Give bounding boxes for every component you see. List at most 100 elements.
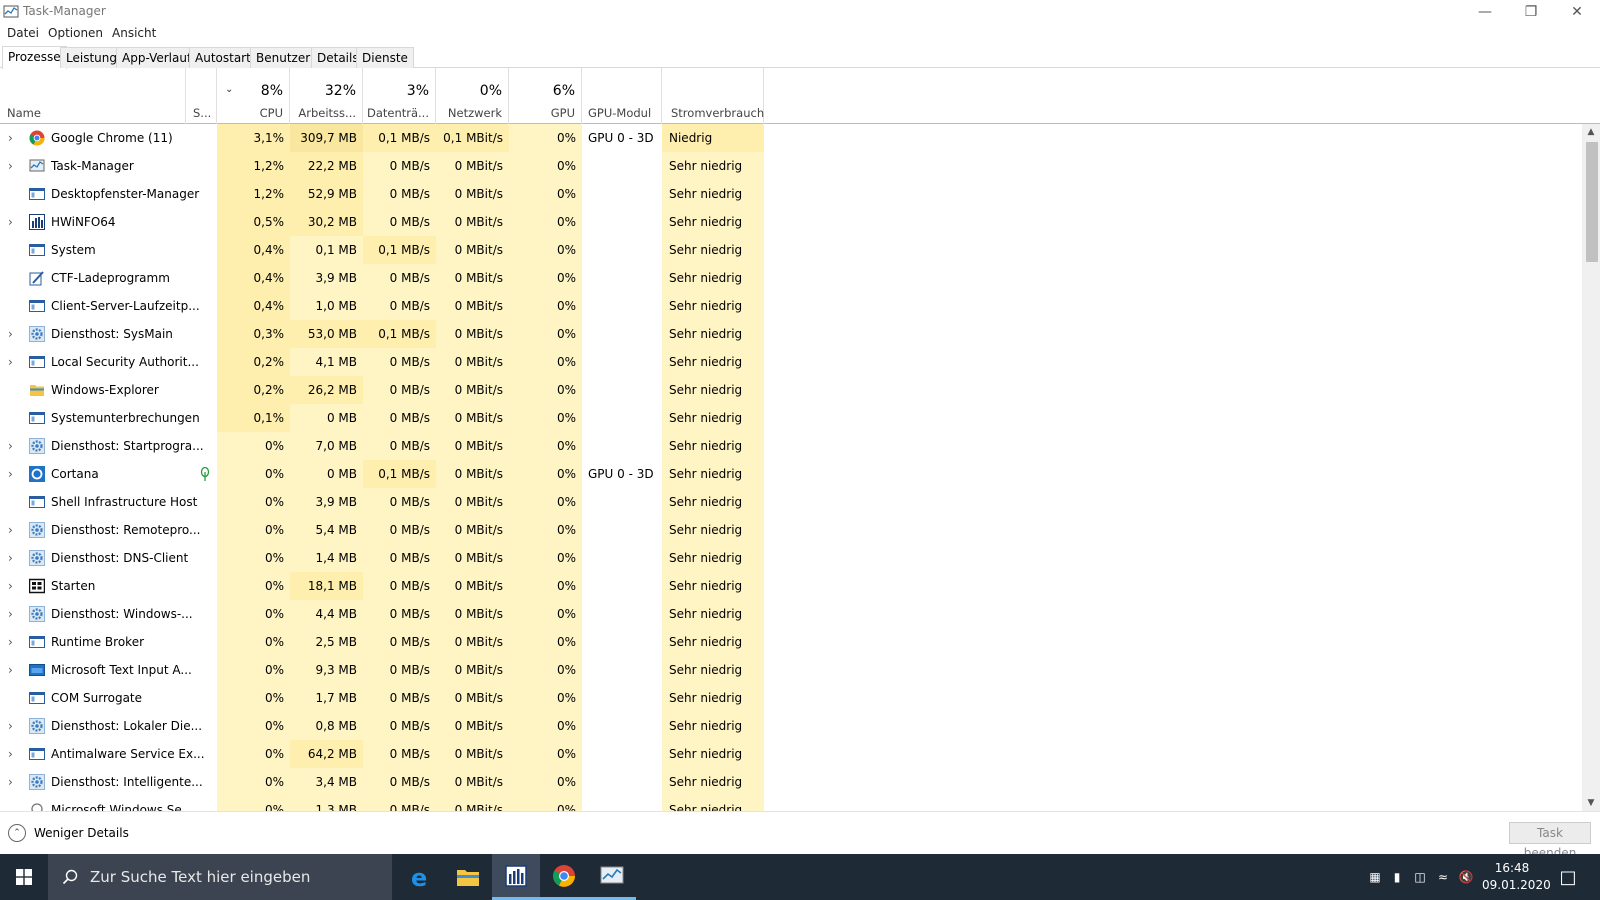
tab-benutzer[interactable]: Benutzer <box>250 47 317 68</box>
taskbar-search-box[interactable]: Zur Suche Text hier eingeben <box>48 854 392 900</box>
column-gpu[interactable]: 6% GPU <box>509 68 582 124</box>
expand-chevron-icon[interactable]: › <box>8 628 13 656</box>
mem-value: 5,4 MB <box>290 516 363 544</box>
expand-chevron-icon[interactable]: › <box>8 432 13 460</box>
process-row[interactable]: Windows-Explorer 0,2% 26,2 MB 0 MB/s 0 MBit/… <box>0 376 1582 404</box>
tab-leistung[interactable]: Leistung <box>60 47 123 68</box>
process-row[interactable]: Desktopfenster-Manager 1,2% 52,9 MB 0 MB/s 0… <box>0 180 1582 208</box>
taskbar-hwinfo[interactable] <box>492 854 540 900</box>
process-row[interactable]: › Diensthost: Startprogra... 0% 7,0 MB 0 MB/… <box>0 432 1582 460</box>
window-title: Task-Manager <box>23 4 106 18</box>
column-cpu[interactable]: ⌄ 8% CPU <box>217 68 290 124</box>
tray-volume-muted-icon[interactable]: 🔇 <box>1454 854 1478 900</box>
scroll-thumb[interactable] <box>1586 142 1598 262</box>
scroll-down-arrow-icon[interactable]: ▼ <box>1582 795 1600 811</box>
tray-device-icon[interactable]: ▮ <box>1386 854 1408 900</box>
process-row[interactable]: › Diensthost: Intelligente... 0% 3,4 MB 0 MB… <box>0 768 1582 796</box>
expand-chevron-icon[interactable]: › <box>8 320 13 348</box>
minimize-button[interactable]: — <box>1462 0 1508 24</box>
expand-chevron-icon[interactable]: › <box>8 460 13 488</box>
menu-optionen[interactable]: Optionen <box>48 26 103 40</box>
tab-autostart[interactable]: Autostart <box>189 47 257 68</box>
vertical-scrollbar[interactable]: ▲ ▼ <box>1582 124 1600 811</box>
fewer-details-button[interactable]: ⌃ Weniger Details <box>8 824 129 842</box>
end-task-button[interactable]: Task beenden <box>1509 822 1591 860</box>
process-row[interactable]: › Diensthost: Windows-... 0% 4,4 MB 0 MB/s 0 … <box>0 600 1582 628</box>
column-memory-total: 32% <box>324 83 356 99</box>
tray-wifi-icon[interactable]: ≈ <box>1432 854 1454 900</box>
process-row[interactable]: › Starten 0% 18,1 MB 0 MB/s 0 MBit/s 0% Sehr ni… <box>0 572 1582 600</box>
expand-chevron-icon[interactable]: › <box>8 572 13 600</box>
process-row[interactable]: › HWiNFO64 0,5% 30,2 MB 0 MB/s 0 MBit/s 0% Sehr… <box>0 208 1582 236</box>
menu-ansicht[interactable]: Ansicht <box>112 26 156 40</box>
taskbar-chrome[interactable] <box>540 854 588 900</box>
gpu-value: 0% <box>509 796 582 811</box>
window-icon <box>29 410 45 426</box>
expand-chevron-icon[interactable]: › <box>8 348 13 376</box>
notification-center-icon[interactable]: □ <box>1548 854 1588 900</box>
expand-chevron-icon[interactable]: › <box>8 740 13 768</box>
taskbar-edge[interactable]: e <box>396 854 444 900</box>
column-disk[interactable]: 3% Datenträ... <box>363 68 436 124</box>
tray-hwinfo-icon[interactable]: ▦ <box>1364 854 1386 900</box>
expand-chevron-icon[interactable]: › <box>8 768 13 796</box>
process-row[interactable]: › Google Chrome (11) 3,1% 309,7 MB 0,1 MB/s 0… <box>0 124 1582 152</box>
window-icon <box>29 242 45 258</box>
expand-chevron-icon[interactable]: › <box>8 656 13 684</box>
process-row[interactable]: Microsoft Windows Se... 0% 1,3 MB 0 MB/s 0 M… <box>0 796 1582 811</box>
expand-chevron-icon[interactable]: › <box>8 600 13 628</box>
gpu-value: 0% <box>509 292 582 320</box>
expand-chevron-icon[interactable]: › <box>8 124 13 152</box>
process-row[interactable]: › Cortana 0% 0 MB 0,1 MB/s 0 MBit/s 0% GPU 0 - … <box>0 460 1582 488</box>
gpu-value: 0% <box>509 684 582 712</box>
expand-chevron-icon[interactable]: › <box>8 152 13 180</box>
power-usage-value: Sehr niedrig <box>662 628 764 656</box>
expand-chevron-icon[interactable]: › <box>8 208 13 236</box>
process-row[interactable]: › Runtime Broker 0% 2,5 MB 0 MB/s 0 MBit/s 0% S… <box>0 628 1582 656</box>
taskbar-clock[interactable]: 16:48 09.01.2020 <box>1482 860 1551 894</box>
gpu-module-value <box>582 488 662 516</box>
expand-chevron-icon[interactable]: › <box>8 712 13 740</box>
process-row[interactable]: › Diensthost: DNS-Client 0% 1,4 MB 0 MB/s 0 M… <box>0 544 1582 572</box>
process-row[interactable]: Shell Infrastructure Host 0% 3,9 MB 0 MB/s 0… <box>0 488 1582 516</box>
process-row[interactable]: CTF-Ladeprogramm 0,4% 3,9 MB 0 MB/s 0 MBit/s… <box>0 264 1582 292</box>
column-power[interactable]: Stromverbrauch <box>662 68 764 124</box>
tab-app-verlauf[interactable]: App-Verlauf <box>116 47 198 68</box>
process-name: Systemunterbrechungen <box>51 411 200 425</box>
expand-chevron-icon[interactable]: › <box>8 544 13 572</box>
process-row[interactable]: › Diensthost: SysMain 0,3% 53,0 MB 0,1 MB/s 0… <box>0 320 1582 348</box>
process-row[interactable]: › Antimalware Service Ex... 0% 64,2 MB 0 MB/… <box>0 740 1582 768</box>
tab-dienste[interactable]: Dienste <box>356 47 414 68</box>
column-name[interactable]: Name <box>0 68 186 124</box>
tab-prozesse[interactable]: Prozesse <box>2 46 67 69</box>
net-value: 0 MBit/s <box>436 544 509 572</box>
process-row[interactable]: COM Surrogate 0% 1,7 MB 0 MB/s 0 MBit/s 0% Seh… <box>0 684 1582 712</box>
menu-datei[interactable]: Datei <box>7 26 39 40</box>
power-usage-value: Sehr niedrig <box>662 180 764 208</box>
process-row[interactable]: Client-Server-Laufzeitp... 0,4% 1,0 MB 0 MB… <box>0 292 1582 320</box>
process-row[interactable]: › Diensthost: Remotepro... 0% 5,4 MB 0 MB/s 0… <box>0 516 1582 544</box>
restore-button[interactable]: ❐ <box>1508 0 1554 24</box>
gpu-value: 0% <box>509 236 582 264</box>
taskbar-task-manager[interactable] <box>588 854 636 900</box>
taskbar-explorer[interactable] <box>444 854 492 900</box>
cpu-value: 0,3% <box>217 320 290 348</box>
tray-battery-icon[interactable]: ◫ <box>1408 854 1432 900</box>
process-row[interactable]: › Microsoft Text Input A... 0% 9,3 MB 0 MB/s… <box>0 656 1582 684</box>
process-row[interactable]: System 0,4% 0,1 MB 0,1 MB/s 0 MBit/s 0% Sehr n… <box>0 236 1582 264</box>
column-status[interactable]: S... <box>186 68 217 124</box>
start-button[interactable] <box>0 854 48 900</box>
column-gpu-module[interactable]: GPU-Modul <box>582 68 662 124</box>
column-memory[interactable]: 32% Arbeitss... <box>290 68 363 124</box>
process-row[interactable]: › Diensthost: Lokaler Die... 0% 0,8 MB 0 MB/… <box>0 712 1582 740</box>
process-row[interactable]: › Task-Manager 1,2% 22,2 MB 0 MB/s 0 MBit/s 0%… <box>0 152 1582 180</box>
gpu-value: 0% <box>509 488 582 516</box>
process-row[interactable]: › Local Security Authorit... 0,2% 4,1 MB 0 M… <box>0 348 1582 376</box>
scroll-up-arrow-icon[interactable]: ▲ <box>1582 124 1600 140</box>
close-button[interactable]: ✕ <box>1554 0 1600 24</box>
process-name: Client-Server-Laufzeitp... <box>51 299 200 313</box>
gpu-module-value <box>582 152 662 180</box>
process-row[interactable]: Systemunterbrechungen 0,1% 0 MB 0 MB/s 0 MBi… <box>0 404 1582 432</box>
column-network[interactable]: 0% Netzwerk <box>436 68 509 124</box>
expand-chevron-icon[interactable]: › <box>8 516 13 544</box>
